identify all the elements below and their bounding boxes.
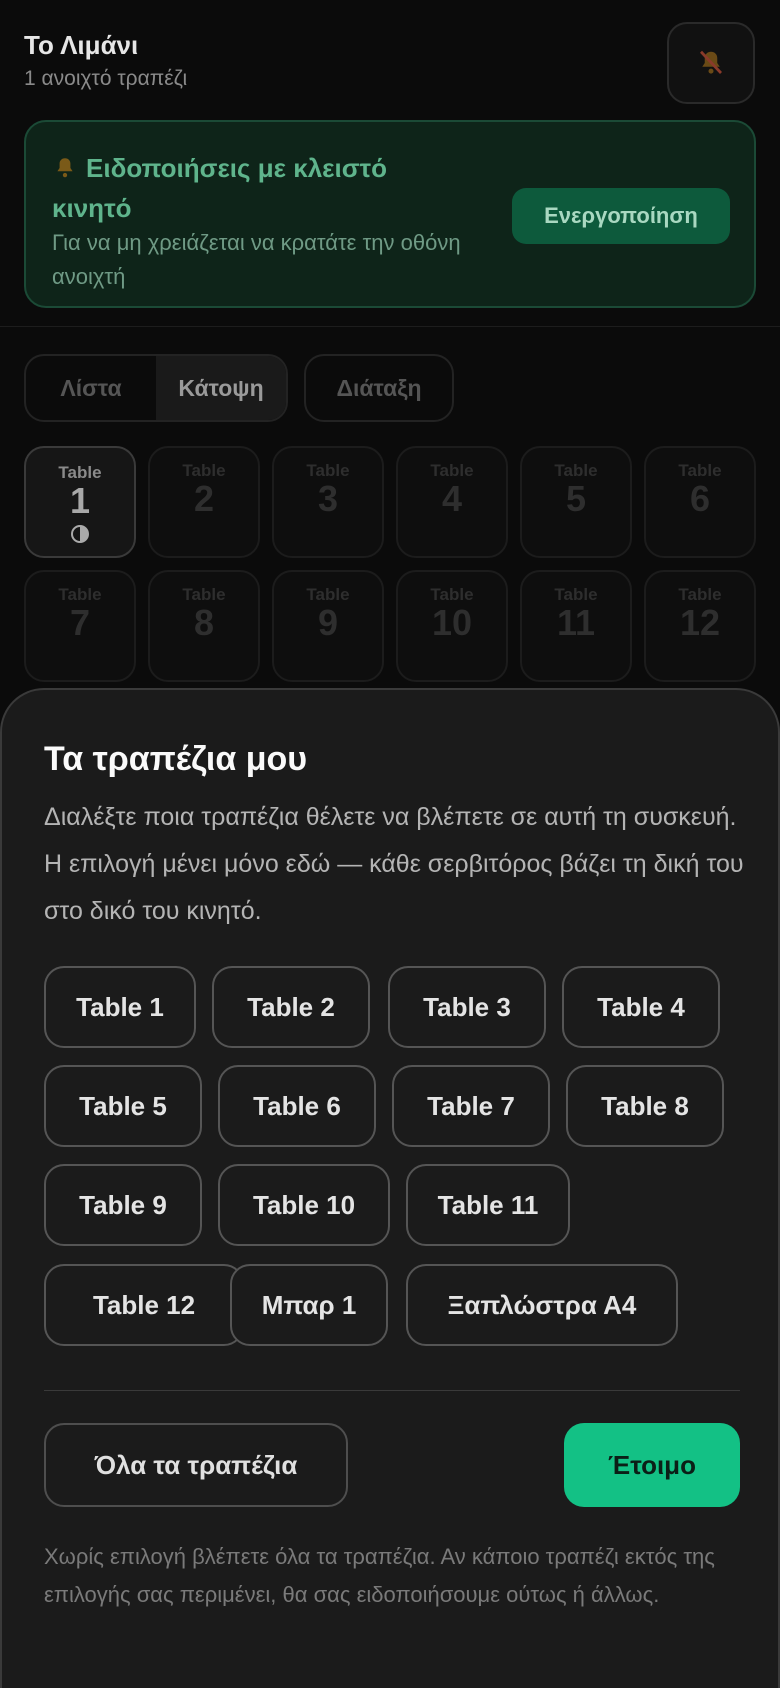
floor-table-tile[interactable]: Table 8 (148, 570, 260, 682)
tab-list[interactable]: Λίστα (26, 356, 156, 420)
tile-number: 1 (69, 480, 91, 521)
view-toggle: Λίστα Κάτοψη (24, 354, 288, 422)
table-chip[interactable]: Table 3 (388, 966, 546, 1048)
floor-table-tile[interactable]: Table 3 (272, 446, 384, 558)
sheet-divider (44, 1390, 740, 1391)
all-tables-button[interactable]: Όλα τα τραπέζια (44, 1423, 348, 1507)
sheet-title: Τα τραπέζια μου (44, 740, 308, 778)
floor-table-tile[interactable]: Table 10 (396, 570, 508, 682)
table-chip[interactable]: Table 2 (212, 966, 370, 1048)
open-tables-count: 1 ανοιχτό τραπέζι (24, 67, 188, 90)
banner-description: Για να μη χρειάζεται να κρατάτε την οθόν… (52, 230, 461, 289)
floor-table-tile[interactable]: Table 9 (272, 570, 384, 682)
divider (0, 326, 780, 327)
tile-number: 8 (193, 602, 215, 643)
table-chip[interactable]: Table 4 (562, 966, 720, 1048)
table-chip[interactable]: Table 7 (392, 1065, 550, 1147)
table-chip[interactable]: Table 8 (566, 1065, 724, 1147)
tile-number: 10 (431, 602, 473, 643)
arrange-button[interactable]: Διάταξη (304, 354, 454, 422)
floor-table-tile[interactable]: Table 6 (644, 446, 756, 558)
banner-title-text: Ειδοποιήσεις με κλειστό κινητό (52, 153, 388, 223)
mute-notifications-button[interactable] (667, 22, 755, 104)
banner-title: Ειδοποιήσεις με κλειστό κινητό (52, 148, 472, 228)
header: Το Λιμάνι 1 ανοιχτό τραπέζι (24, 30, 187, 91)
my-tables-sheet: Τα τραπέζια μου Διαλέξτε ποια τραπέζια θ… (0, 688, 780, 1688)
tile-number: 9 (317, 602, 339, 643)
done-button[interactable]: Έτοιμο (564, 1423, 740, 1507)
floor-table-tile[interactable]: Table 1 (24, 446, 136, 558)
table-chip[interactable]: Table 6 (218, 1065, 376, 1147)
floor-table-tile[interactable]: Table 2 (148, 446, 260, 558)
bell-icon (57, 158, 73, 178)
enable-notifications-button[interactable]: Ενεργοποίηση (512, 188, 730, 244)
floor-table-tile[interactable]: Table 5 (520, 446, 632, 558)
floor-table-tile[interactable]: Table 7 (24, 570, 136, 682)
table-chip[interactable]: Table 5 (44, 1065, 202, 1147)
floor-table-tile[interactable]: Table 4 (396, 446, 508, 558)
table-chip[interactable]: Table 11 (406, 1164, 570, 1246)
tile-number: 4 (441, 478, 463, 519)
table-chip[interactable]: Table 9 (44, 1164, 202, 1246)
bell-off-icon (699, 50, 723, 74)
tab-floor-plan[interactable]: Κάτοψη (156, 356, 286, 420)
footer-note: Χωρίς επιλογή βλέπετε όλα τα τραπέζια. Α… (44, 1544, 715, 1607)
push-notification-banner: Ειδοποιήσεις με κλειστό κινητό Για να μη… (24, 120, 756, 308)
table-chip[interactable]: Table 1 (44, 966, 196, 1048)
tile-number: 3 (317, 478, 339, 519)
table-chip[interactable]: Ξαπλώστρα Α4 (406, 1264, 678, 1346)
sheet-description: Διαλέξτε ποια τραπέζια θέλετε να βλέπετε… (44, 803, 744, 925)
floor-table-tile[interactable]: Table 12 (644, 570, 756, 682)
page-title: Το Λιμάνι (24, 30, 139, 60)
table-chip[interactable]: Table 10 (218, 1164, 390, 1246)
table-chip[interactable]: Μπαρ 1 (230, 1264, 388, 1346)
tile-number: 12 (679, 602, 721, 643)
tile-number: 2 (193, 478, 215, 519)
half-circle-icon (71, 525, 89, 543)
tile-number: 11 (556, 602, 596, 643)
floor-table-tile[interactable]: Table 11 (520, 570, 632, 682)
table-chip[interactable]: Table 12 (44, 1264, 244, 1346)
tile-number: 5 (565, 478, 587, 519)
tile-number: 6 (689, 478, 711, 519)
tile-number: 7 (69, 602, 91, 643)
